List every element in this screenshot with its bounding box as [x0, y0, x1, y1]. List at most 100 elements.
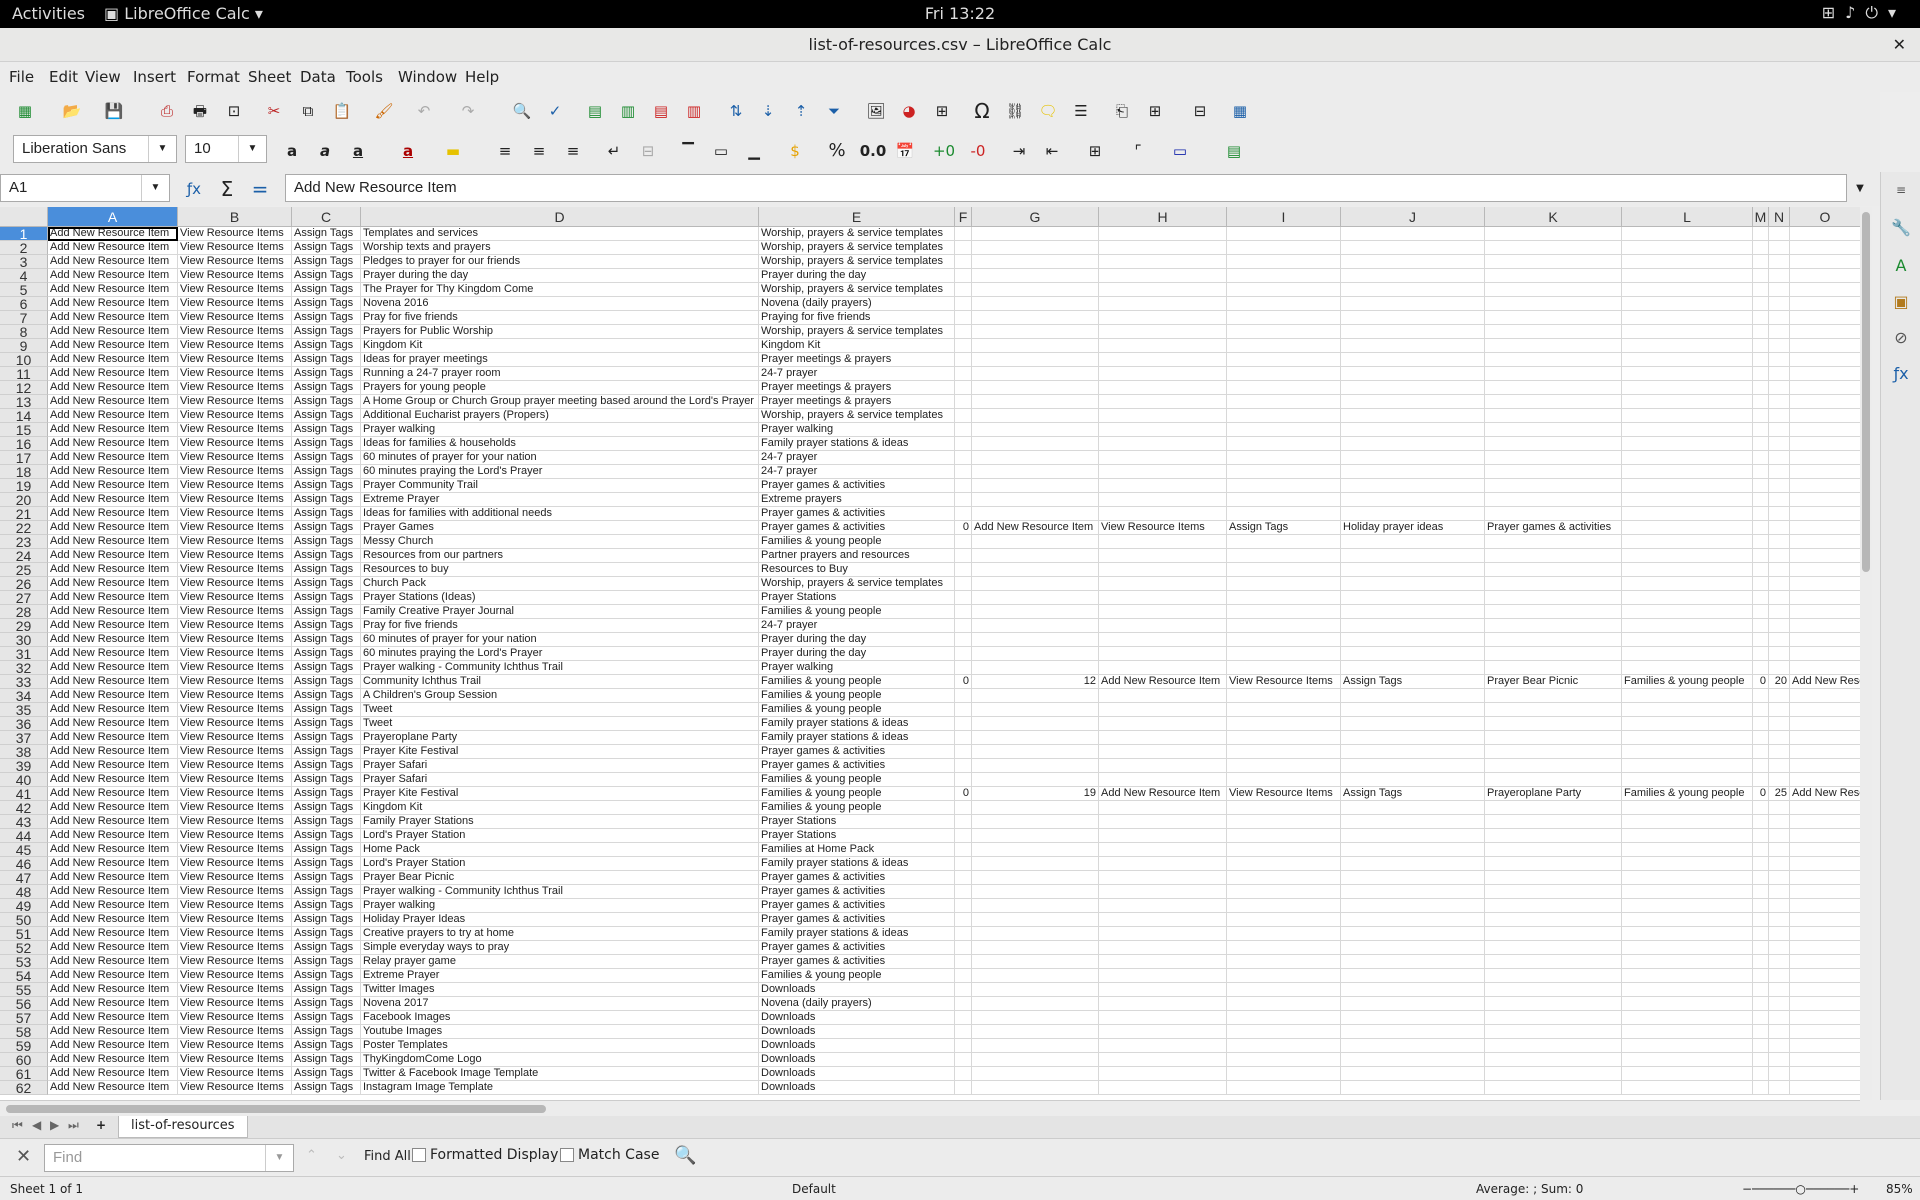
- cell-c42[interactable]: Assign Tags: [292, 801, 361, 815]
- cell-n49[interactable]: [1769, 899, 1790, 913]
- cell-h56[interactable]: [1099, 997, 1227, 1011]
- cell-e3[interactable]: Worship, prayers & service templates: [759, 255, 955, 269]
- chevron-down-icon[interactable]: ▼: [238, 136, 266, 162]
- cell-b22[interactable]: View Resource Items: [178, 521, 292, 535]
- cell-g38[interactable]: [972, 745, 1099, 759]
- row-header[interactable]: 11: [0, 367, 48, 381]
- cell-f47[interactable]: [955, 871, 972, 885]
- cell-m36[interactable]: [1753, 717, 1769, 731]
- cell-f3[interactable]: [955, 255, 972, 269]
- cell-h13[interactable]: [1099, 395, 1227, 409]
- cell-i31[interactable]: [1227, 647, 1341, 661]
- cell-l20[interactable]: [1622, 493, 1753, 507]
- cell-l52[interactable]: [1622, 941, 1753, 955]
- cell-b49[interactable]: View Resource Items: [178, 899, 292, 913]
- cell-l59[interactable]: [1622, 1039, 1753, 1053]
- cell-l41[interactable]: Families & young people: [1622, 787, 1753, 801]
- cell-b8[interactable]: View Resource Items: [178, 325, 292, 339]
- sheet-tab-list-of-resources[interactable]: list-of-resources: [118, 1116, 248, 1138]
- find-next-icon[interactable]: ⌄: [336, 1148, 347, 1163]
- cell-i54[interactable]: [1227, 969, 1341, 983]
- cell-e55[interactable]: Downloads: [759, 983, 955, 997]
- cell-h25[interactable]: [1099, 563, 1227, 577]
- delete-column-icon[interactable]: ▥: [682, 99, 706, 123]
- cell-m13[interactable]: [1753, 395, 1769, 409]
- cell-g60[interactable]: [972, 1053, 1099, 1067]
- cell-j53[interactable]: [1341, 955, 1485, 969]
- cell-g50[interactable]: [972, 913, 1099, 927]
- cell-c35[interactable]: Assign Tags: [292, 703, 361, 717]
- cell-g31[interactable]: [972, 647, 1099, 661]
- row-header[interactable]: 39: [0, 759, 48, 773]
- cell-j52[interactable]: [1341, 941, 1485, 955]
- cell-n29[interactable]: [1769, 619, 1790, 633]
- wrap-text-icon[interactable]: ↵: [602, 139, 626, 163]
- cell-h61[interactable]: [1099, 1067, 1227, 1081]
- cell-o17[interactable]: [1790, 451, 1860, 465]
- cell-m31[interactable]: [1753, 647, 1769, 661]
- cell-m1[interactable]: [1753, 227, 1769, 241]
- cell-k3[interactable]: [1485, 255, 1622, 269]
- cell-i12[interactable]: [1227, 381, 1341, 395]
- cell-l12[interactable]: [1622, 381, 1753, 395]
- cell-f1[interactable]: [955, 227, 972, 241]
- cell-i9[interactable]: [1227, 339, 1341, 353]
- match-case-checkbox[interactable]: Match Case: [560, 1147, 659, 1163]
- cell-c50[interactable]: Assign Tags: [292, 913, 361, 927]
- cell-f17[interactable]: [955, 451, 972, 465]
- cell-j25[interactable]: [1341, 563, 1485, 577]
- cell-f21[interactable]: [955, 507, 972, 521]
- cell-k55[interactable]: [1485, 983, 1622, 997]
- cell-c16[interactable]: Assign Tags: [292, 437, 361, 451]
- cell-n2[interactable]: [1769, 241, 1790, 255]
- cell-b59[interactable]: View Resource Items: [178, 1039, 292, 1053]
- cell-m14[interactable]: [1753, 409, 1769, 423]
- cell-b50[interactable]: View Resource Items: [178, 913, 292, 927]
- cell-f41[interactable]: 0: [955, 787, 972, 801]
- cell-l10[interactable]: [1622, 353, 1753, 367]
- cell-e1[interactable]: Worship, prayers & service templates: [759, 227, 955, 241]
- cell-c48[interactable]: Assign Tags: [292, 885, 361, 899]
- cell-f4[interactable]: [955, 269, 972, 283]
- cell-l5[interactable]: [1622, 283, 1753, 297]
- cell-i60[interactable]: [1227, 1053, 1341, 1067]
- cell-g10[interactable]: [972, 353, 1099, 367]
- cell-f10[interactable]: [955, 353, 972, 367]
- cell-n37[interactable]: [1769, 731, 1790, 745]
- cell-j61[interactable]: [1341, 1067, 1485, 1081]
- headers-footers-icon[interactable]: ☰: [1069, 99, 1093, 123]
- cell-k60[interactable]: [1485, 1053, 1622, 1067]
- cell-i47[interactable]: [1227, 871, 1341, 885]
- cell-m32[interactable]: [1753, 661, 1769, 675]
- cell-h4[interactable]: [1099, 269, 1227, 283]
- cell-d32[interactable]: Prayer walking - Community Ichthus Trail: [361, 661, 759, 675]
- cell-e47[interactable]: Prayer games & activities: [759, 871, 955, 885]
- cell-o49[interactable]: [1790, 899, 1860, 913]
- cell-g53[interactable]: [972, 955, 1099, 969]
- cell-e34[interactable]: Families & young people: [759, 689, 955, 703]
- comment-icon[interactable]: 🗨: [1036, 99, 1060, 123]
- cell-b32[interactable]: View Resource Items: [178, 661, 292, 675]
- sort-descending-icon[interactable]: ⇡: [789, 99, 813, 123]
- cell-f26[interactable]: [955, 577, 972, 591]
- cell-m39[interactable]: [1753, 759, 1769, 773]
- cell-n20[interactable]: [1769, 493, 1790, 507]
- cell-f46[interactable]: [955, 857, 972, 871]
- cell-b54[interactable]: View Resource Items: [178, 969, 292, 983]
- cell-b34[interactable]: View Resource Items: [178, 689, 292, 703]
- cell-j60[interactable]: [1341, 1053, 1485, 1067]
- cell-o42[interactable]: [1790, 801, 1860, 815]
- cell-l30[interactable]: [1622, 633, 1753, 647]
- cell-l40[interactable]: [1622, 773, 1753, 787]
- cell-a43[interactable]: Add New Resource Item: [48, 815, 178, 829]
- cell-k33[interactable]: Prayer Bear Picnic: [1485, 675, 1622, 689]
- cell-o56[interactable]: [1790, 997, 1860, 1011]
- row-header[interactable]: 48: [0, 885, 48, 899]
- cell-l42[interactable]: [1622, 801, 1753, 815]
- cell-g54[interactable]: [972, 969, 1099, 983]
- cell-n38[interactable]: [1769, 745, 1790, 759]
- cell-g4[interactable]: [972, 269, 1099, 283]
- cell-d60[interactable]: ThyKingdomCome Logo: [361, 1053, 759, 1067]
- spreadsheet-grid[interactable]: ABCDEFGHIJKLMNO 1 Add New Resource Item Vi…: [0, 207, 1860, 1100]
- cell-i42[interactable]: [1227, 801, 1341, 815]
